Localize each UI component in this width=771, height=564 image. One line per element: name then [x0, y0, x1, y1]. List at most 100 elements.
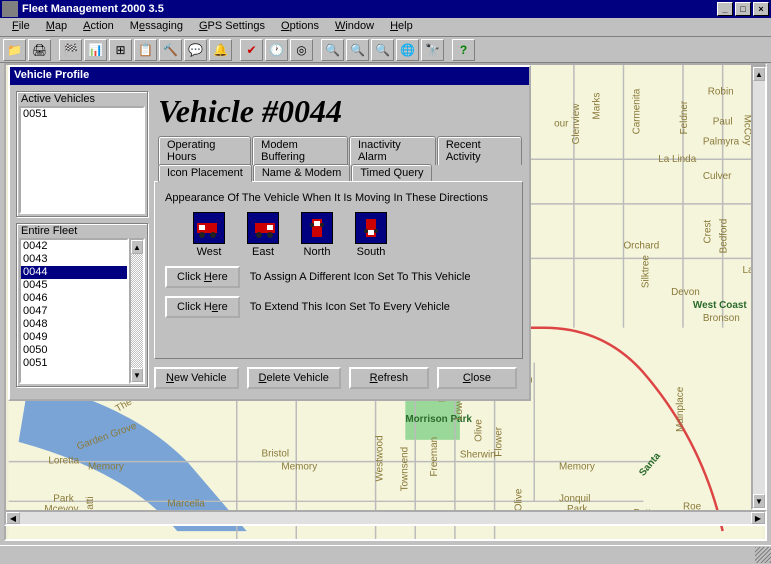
scroll-left-icon[interactable]: ◀ [6, 512, 20, 524]
list-item[interactable]: 0046 [21, 292, 127, 305]
menu-window[interactable]: Window [327, 18, 382, 36]
scroll-down-icon[interactable]: ▼ [131, 368, 143, 382]
direction-label: North [301, 246, 333, 258]
tab-inactivity-alarm[interactable]: Inactivity Alarm [349, 136, 436, 165]
new-vehicle-button[interactable]: New Vehicle [154, 367, 239, 389]
list-item[interactable]: 0048 [21, 318, 127, 331]
status-bar [0, 545, 771, 564]
svg-text:Olive: Olive [474, 419, 485, 442]
tab-description: Appearance Of The Vehicle When It Is Mov… [165, 192, 512, 204]
list-item[interactable]: 0049 [21, 331, 127, 344]
svg-text:Freeman: Freeman [429, 437, 440, 477]
svg-text:Townsend: Townsend [399, 447, 410, 492]
map-horizontal-scrollbar[interactable]: ◀ ▶ [4, 510, 767, 526]
dialog-title: Vehicle Profile [10, 67, 529, 85]
active-vehicles-group: Active Vehicles 0051 [16, 91, 148, 217]
tab-icon-placement[interactable]: Icon Placement [158, 164, 252, 182]
close-button[interactable]: × [753, 2, 769, 16]
toolbar-btn-6[interactable]: 📋 [134, 39, 157, 61]
scroll-right-icon[interactable]: ▶ [751, 512, 765, 524]
svg-text:Bronson: Bronson [703, 313, 740, 324]
vehicle-west-icon [193, 212, 225, 244]
toolbar-btn-3[interactable]: 🏁 [59, 39, 82, 61]
menu-file[interactable]: File [4, 18, 38, 36]
map-vertical-scrollbar[interactable]: ▲ ▼ [751, 65, 767, 510]
toolbar-btn-9[interactable]: 🔔 [209, 39, 232, 61]
tab-recent-activity[interactable]: Recent Activity [437, 136, 522, 165]
svg-text:Silktree: Silktree [640, 255, 651, 289]
tab-operating-hours[interactable]: Operating Hours [158, 136, 251, 165]
list-item[interactable]: 0050 [21, 344, 127, 357]
svg-text:Bristol: Bristol [262, 449, 290, 460]
toolbar-btn-8[interactable]: 💬 [184, 39, 207, 61]
svg-text:Marks: Marks [592, 93, 603, 120]
refresh-button[interactable]: Refresh [349, 367, 429, 389]
menu-options[interactable]: Options [273, 18, 327, 36]
svg-text:Sherwin: Sherwin [460, 450, 496, 461]
direction-label: West [193, 246, 225, 258]
list-item[interactable]: 0045 [21, 279, 127, 292]
vehicle-profile-dialog: Vehicle Profile Active Vehicles 0051 Ent… [8, 65, 531, 401]
scroll-up-icon[interactable]: ▲ [131, 240, 143, 254]
svg-text:Paul: Paul [713, 116, 733, 127]
toolbar-btn-2[interactable]: 🖨 [28, 39, 51, 61]
svg-text:Crest: Crest [703, 220, 714, 244]
vehicle-south-icon [355, 212, 387, 244]
resize-grip-icon[interactable] [755, 547, 771, 563]
toolbar-btn-check[interactable]: ✔ [240, 39, 263, 61]
list-item[interactable]: 0044 [21, 266, 127, 279]
toolbar-btn-help[interactable]: ? [452, 39, 475, 61]
menu-messaging[interactable]: Messaging [122, 18, 191, 36]
tab-modem-buffering[interactable]: Modem Buffering [252, 136, 348, 165]
svg-text:Mainplace: Mainplace [675, 386, 686, 432]
list-item[interactable]: 0047 [21, 305, 127, 318]
vehicle-north-icon [301, 212, 333, 244]
title-bar: Fleet Management 2000 3.5 _ □ × [0, 0, 771, 18]
menu-action[interactable]: Action [75, 18, 122, 36]
vehicle-east-icon [247, 212, 279, 244]
active-vehicles-list[interactable]: 0051 [19, 106, 145, 214]
toolbar-btn-zoom-out[interactable]: 🔍 [346, 39, 369, 61]
menu-map[interactable]: Map [38, 18, 75, 36]
toolbar-btn-5[interactable]: ⊞ [109, 39, 132, 61]
entire-fleet-label: Entire Fleet [19, 225, 79, 237]
svg-text:Carmenita: Carmenita [631, 88, 642, 134]
svg-text:La Linda: La Linda [658, 154, 697, 165]
close-dialog-button[interactable]: Close [437, 367, 517, 389]
assign-icon-button[interactable]: Click Here [165, 266, 240, 288]
list-item[interactable]: 0051 [21, 357, 127, 370]
svg-text:Memory: Memory [88, 462, 124, 473]
svg-text:Park: Park [53, 493, 73, 504]
menu-help[interactable]: Help [382, 18, 421, 36]
delete-vehicle-button[interactable]: Delete Vehicle [247, 367, 341, 389]
toolbar-btn-7[interactable]: 🔨 [159, 39, 182, 61]
maximize-button[interactable]: □ [735, 2, 751, 16]
svg-text:Loretta: Loretta [48, 456, 79, 467]
toolbar-btn-1[interactable]: 📁 [3, 39, 26, 61]
list-item[interactable]: 0043 [21, 253, 127, 266]
toolbar-btn-4[interactable]: 📊 [84, 39, 107, 61]
svg-text:Devon: Devon [671, 287, 700, 298]
scroll-up-icon[interactable]: ▲ [753, 67, 765, 81]
extend-icon-button[interactable]: Click Here [165, 296, 240, 318]
toolbar-btn-clock[interactable]: 🕐 [265, 39, 288, 61]
svg-text:Marcella: Marcella [167, 498, 205, 509]
toolbar-btn-find[interactable]: 🔭 [421, 39, 444, 61]
toolbar-btn-globe[interactable]: 🌐 [396, 39, 419, 61]
svg-text:Robin: Robin [708, 87, 734, 98]
scroll-down-icon[interactable]: ▼ [753, 494, 765, 508]
app-icon [2, 1, 18, 17]
entire-fleet-list[interactable]: 0042 0043 0044 0045 0046 0047 0048 0049 … [19, 238, 129, 384]
toolbar-btn-zoom-in[interactable]: 🔍 [321, 39, 344, 61]
list-item[interactable]: 0051 [21, 108, 143, 121]
toolbar-btn-zoom-fit[interactable]: 🔍 [371, 39, 394, 61]
tab-name-modem[interactable]: Name & Modem [253, 164, 350, 181]
assign-icon-text: To Assign A Different Icon Set To This V… [250, 271, 471, 283]
list-item[interactable]: 0042 [21, 240, 127, 253]
tab-timed-query[interactable]: Timed Query [351, 164, 432, 181]
menu-gps-settings[interactable]: GPS Settings [191, 18, 273, 36]
toolbar-btn-target[interactable]: ◎ [290, 39, 313, 61]
fleet-list-scrollbar[interactable]: ▲ ▼ [129, 238, 145, 384]
minimize-button[interactable]: _ [717, 2, 733, 16]
main-area: Robin Paul McCoy Palmyra Culver La Brons… [0, 63, 771, 545]
